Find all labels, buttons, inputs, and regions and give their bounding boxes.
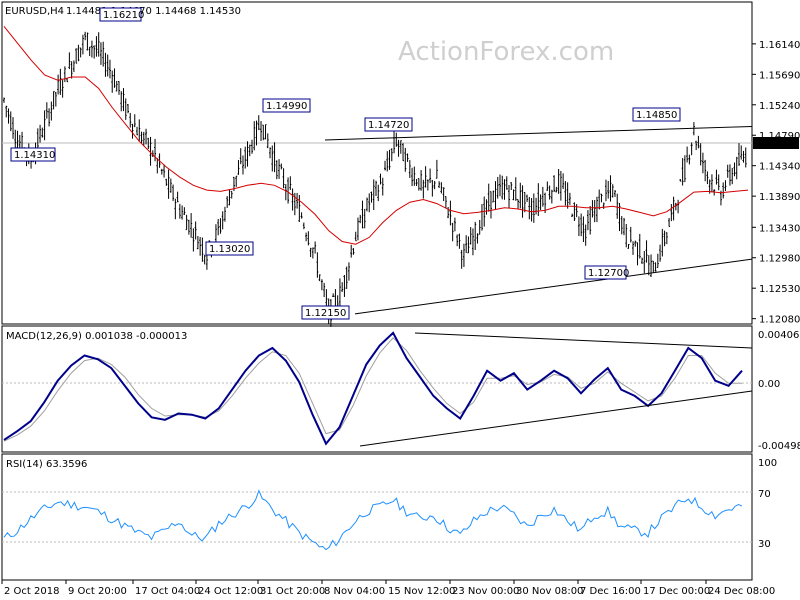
price-annotation-low: 1.13020 bbox=[209, 244, 250, 255]
rsi-axis-label: 30 bbox=[758, 539, 771, 550]
time-axis-label: 7 Dec 16:00 bbox=[580, 586, 641, 597]
price-annotation-low: 1.12700 bbox=[588, 268, 629, 279]
price-annotation-high: 1.14720 bbox=[368, 120, 409, 131]
price-axis-label: 1.12530 bbox=[759, 284, 800, 295]
rsi-axis-label: 70 bbox=[758, 489, 771, 500]
price-axis-label: 1.13430 bbox=[759, 223, 800, 234]
price-annotation-low: 1.12150 bbox=[305, 308, 346, 319]
time-axis-label: 8 Nov 04:00 bbox=[324, 586, 385, 597]
time-axis-label: 17 Dec 00:00 bbox=[643, 586, 710, 597]
watermark: ActionForex.com bbox=[398, 37, 614, 67]
time-axis-label: 2 Oct 2018 bbox=[4, 586, 59, 597]
time-axis-label: 17 Oct 04:00 bbox=[135, 586, 200, 597]
price-annotation-high: 1.14990 bbox=[266, 101, 307, 112]
current-price-label: 1.14530 bbox=[756, 139, 797, 150]
time-axis-label: 24 Dec 08:00 bbox=[708, 586, 775, 597]
price-annotation-low: 1.14310 bbox=[14, 150, 55, 161]
price-axis-label: 1.12080 bbox=[759, 315, 800, 326]
rsi-panel-label: RSI(14) 63.3596 bbox=[6, 459, 87, 470]
eurusd-h4-chart: ActionForex.com EURUSD,H4 1.14481 1.1467… bbox=[0, 0, 800, 600]
symbol-label: EURUSD,H4 bbox=[5, 6, 64, 17]
time-axis-label: 30 Nov 08:00 bbox=[516, 586, 583, 597]
time-axis-label: 15 Nov 12:00 bbox=[388, 586, 455, 597]
macd-axis-label: 0.00 bbox=[758, 379, 780, 390]
time-axis-label: 24 Oct 12:00 bbox=[198, 586, 263, 597]
price-axis-label: 1.12980 bbox=[759, 254, 800, 265]
rsi-axis-label: 100 bbox=[758, 458, 777, 469]
ohlc-readout: 1.14481 1.14670 1.14468 1.14530 bbox=[66, 6, 241, 17]
macd-panel-label: MACD(12,26,9) 0.001038 -0.000013 bbox=[6, 331, 187, 342]
price-axis-label: 1.13890 bbox=[759, 192, 800, 203]
price-axis-label: 1.14340 bbox=[759, 162, 800, 173]
price-annotation-high: 1.16210 bbox=[103, 10, 144, 21]
time-axis-label: 9 Oct 20:00 bbox=[68, 586, 127, 597]
price-axis-label: 1.15690 bbox=[759, 70, 800, 81]
macd-axis-label: -0.004981 bbox=[758, 441, 800, 452]
macd-axis-label: 0.004069 bbox=[758, 330, 800, 341]
price-annotation-high: 1.14850 bbox=[636, 110, 677, 121]
price-axis-label: 1.16140 bbox=[759, 40, 800, 51]
price-axis-label: 1.15240 bbox=[759, 101, 800, 112]
time-axis-label: 31 Oct 20:00 bbox=[260, 586, 325, 597]
time-axis-label: 23 Nov 00:00 bbox=[452, 586, 519, 597]
